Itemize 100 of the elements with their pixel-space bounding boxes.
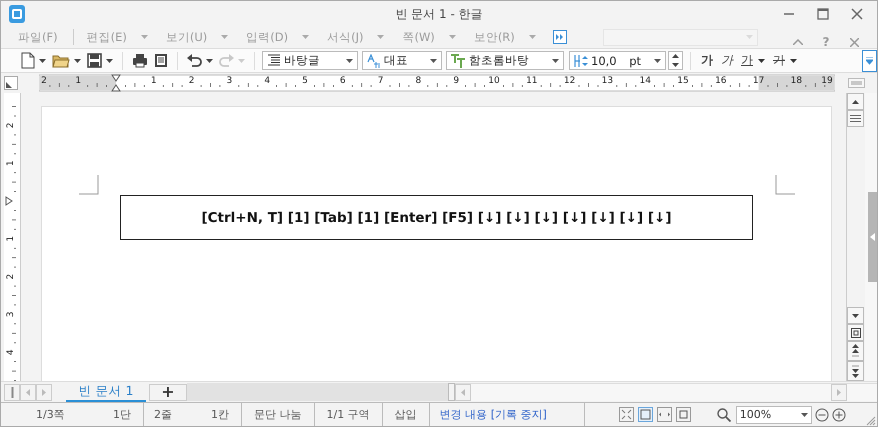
up-arrow-icon [852,100,859,104]
minimize-icon [783,12,795,14]
status-text: 1/3쪽 [36,407,65,422]
down-arrow-icon [852,314,859,318]
double-chevron-icon [556,34,564,40]
spin-buttons[interactable] [668,51,683,70]
minus-circle-icon [814,408,829,422]
app-logo-icon [9,4,25,22]
new-document-icon [21,52,35,69]
double-up-arrow-icon [852,344,859,358]
ruler-number: 10 [488,76,500,86]
ruler-number: 5 [302,76,308,86]
toolbar-more-button[interactable] [862,50,877,72]
caret-icon [430,58,437,62]
resize-grip-icon [866,416,876,426]
caret-icon [346,58,353,62]
caret-icon [221,35,228,39]
strikethrough-button[interactable]: 가 [770,52,800,69]
caret-icon [552,58,559,62]
view-mode-button[interactable] [638,407,653,422]
font-size-dropdown[interactable]: 10,0 pt [569,51,666,70]
right-arrow-icon [837,389,841,396]
status-text: 삽입 [394,407,417,422]
plus-circle-icon [832,408,846,422]
ruler-number: 1 [6,236,16,242]
indent-marker[interactable] [6,196,13,206]
indent-marker[interactable] [111,74,121,92]
zoom-in-button[interactable] [832,408,846,422]
close-icon [850,38,858,46]
ruler-number: 19 [821,76,833,86]
search-icon [716,408,731,422]
caret-icon [528,35,536,39]
font-icon [451,54,466,68]
margin-corner-mark [79,175,99,195]
ruler-corner-button[interactable] [4,76,18,90]
ruler-number: 1 [150,76,157,86]
text-box: [Ctrl+N, T] [1] [Tab] [1] [Enter] [F5] [↓] [↓] [↓] [↓] [↓] [↓] [↓] [120,195,753,240]
select-object-button[interactable] [847,324,864,341]
caret-icon [654,58,661,62]
status-text: 2줄 [154,407,172,422]
style-dropdown[interactable]: 바탕글 [262,51,358,70]
ruler-number: 16 [715,76,727,86]
status-text: 문단 나눔 [254,407,302,422]
new-tab-button[interactable]: + [149,384,187,400]
next-page-button[interactable] [847,361,864,381]
status-text: 1/1 구역 [326,407,370,422]
fit-page-icon [620,409,632,420]
scroll-thumb[interactable] [847,110,864,127]
zoom-out-button[interactable] [814,408,829,422]
ruler-number: 4 [264,76,270,86]
side-panel-handle[interactable] [868,192,877,282]
status-text: 1칸 [211,407,229,422]
splitter-bar-icon [10,386,14,398]
right-arrow-icon [42,388,46,396]
view-mode-button[interactable] [676,407,691,422]
ruler-number: 8 [416,76,422,86]
zoom-dropdown[interactable]: 100% [736,406,812,424]
splitter-icon [848,78,865,88]
more-menus-button[interactable] [552,30,567,44]
new-button[interactable] [19,50,48,70]
maximize-icon [817,8,829,20]
ruler-number: 14 [639,76,651,86]
scroll-up-button[interactable] [847,93,864,110]
bold-button[interactable]: 가 [698,52,716,69]
caret-icon [206,58,213,62]
italic-button[interactable]: 가 [718,52,736,69]
caret-icon [800,412,808,416]
caret-icon [377,35,384,39]
paragraph-lines-icon [267,54,281,67]
prev-page-button[interactable] [847,341,864,361]
ruler-number: 2 [188,76,194,86]
view-mode-button[interactable] [656,407,672,422]
track-changes-status[interactable]: 변경 내용 [기록 중지] [440,407,547,422]
scrollbar-splitter[interactable] [448,383,455,401]
caret-icon [238,58,245,62]
up-down-arrows-icon [672,54,679,67]
underline-button[interactable]: 가 [738,52,768,69]
status-text: 1단 [113,407,131,422]
double-down-arrow-icon [852,364,859,378]
ruler-number: 2 [6,274,16,280]
scroll-down-button[interactable] [847,307,864,324]
close-icon [851,8,863,20]
language-dropdown[interactable]: 대표 [362,51,442,70]
font-dropdown[interactable]: 함초롬바탕 [446,51,564,70]
tab-splitter[interactable] [4,384,20,400]
actual-size-icon [678,409,689,420]
caret-icon [106,58,113,62]
ruler-number: 15 [677,76,689,86]
vertical-scrollbar[interactable] [846,93,865,381]
ruler-number: 11 [526,76,538,86]
save-button[interactable] [85,50,115,70]
expand-down-icon [866,56,873,64]
full-page-icon [640,409,651,420]
ruler-number: 1 [6,160,16,166]
ruler-number: 3 [6,312,16,318]
view-mode-button[interactable] [618,407,634,422]
ruler-number: 17 [752,76,764,86]
ruler-number: 2 [6,122,16,128]
left-arrow-icon [870,233,875,241]
ruler-number: 18 [790,76,802,86]
